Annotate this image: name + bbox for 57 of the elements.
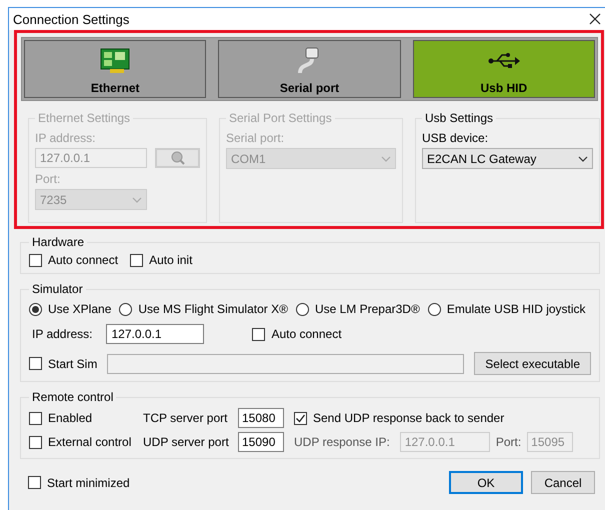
checkbox-label: Auto init: [149, 253, 192, 267]
connection-tab[interactable]: Ethernet: [24, 40, 206, 98]
checkbox-label: Enabled: [48, 411, 92, 425]
radio-label: Use MS Flight Simulator X®: [138, 302, 288, 316]
field-label: TCP server port: [143, 411, 228, 425]
group-title: Usb Settings: [424, 111, 494, 125]
checkbox[interactable]: [29, 436, 42, 448]
chevron-icon: [578, 156, 588, 162]
checkbox[interactable]: [29, 412, 42, 424]
tcp-port-field[interactable]: 15080: [238, 408, 284, 428]
field-label: USB device:: [422, 131, 490, 145]
ip-address-field[interactable]: 127.0.0.1: [106, 324, 204, 344]
usb-device-dropdown[interactable]: E2CAN LC Gateway: [422, 148, 593, 169]
checkbox[interactable]: [29, 254, 42, 266]
checkbox-label: Start minimized: [47, 476, 130, 490]
select-executable-button[interactable]: Select executable: [474, 352, 591, 375]
field-label: IP address:: [35, 131, 96, 145]
checkbox[interactable]: [28, 476, 41, 489]
checkbox-label: Auto connect: [271, 327, 342, 341]
field-label: IP address:: [32, 327, 92, 341]
group-title: Hardware: [31, 235, 86, 249]
group-title: Ethernet Settings: [37, 111, 132, 125]
executable-path-field[interactable]: [107, 354, 464, 374]
radio-label: Emulate USB HID joystick: [446, 302, 586, 316]
field-label: Port:: [496, 435, 522, 449]
field-label: Serial port:: [226, 131, 286, 145]
checkbox-label: Start Sim: [48, 356, 98, 370]
connection-tab[interactable]: Serial port: [218, 40, 401, 98]
checkbox-label: External control: [48, 435, 132, 449]
dialog-button[interactable]: OK: [449, 471, 523, 494]
checkbox[interactable]: [252, 328, 266, 340]
radio-label: Use XPlane: [48, 302, 112, 316]
checkbox[interactable]: [294, 412, 307, 424]
radio-label: Use LM Prepar3D®: [314, 302, 420, 316]
connection-tab[interactable]: Usb HID: [412, 40, 595, 98]
field-label: UDP server port: [143, 435, 230, 449]
search-icon: [170, 151, 186, 165]
network-card-icon: [98, 47, 132, 75]
radio-button[interactable]: [29, 302, 42, 316]
udp-port-field[interactable]: 15090: [238, 432, 284, 452]
field-label: UDP response IP:: [294, 435, 390, 449]
checkbox-label: Send UDP response back to sender: [313, 411, 504, 425]
radio-button[interactable]: [296, 302, 309, 316]
close-icon[interactable]: [589, 13, 601, 25]
radio-button[interactable]: [119, 302, 132, 316]
chevron-icon: [132, 196, 142, 202]
window-title: Connection Settings: [13, 12, 130, 26]
dialog-button[interactable]: Cancel: [531, 471, 595, 494]
radio-button[interactable]: [428, 302, 441, 316]
group-title: Simulator: [31, 282, 84, 296]
chevron-icon: [381, 156, 391, 162]
group-title: Serial Port Settings: [228, 111, 333, 125]
group-title: Remote control: [31, 390, 114, 404]
field-label: Port:: [35, 172, 62, 186]
checkbox-label: Auto connect: [48, 253, 118, 267]
checkbox[interactable]: [130, 254, 144, 266]
checkbox[interactable]: [29, 357, 42, 370]
